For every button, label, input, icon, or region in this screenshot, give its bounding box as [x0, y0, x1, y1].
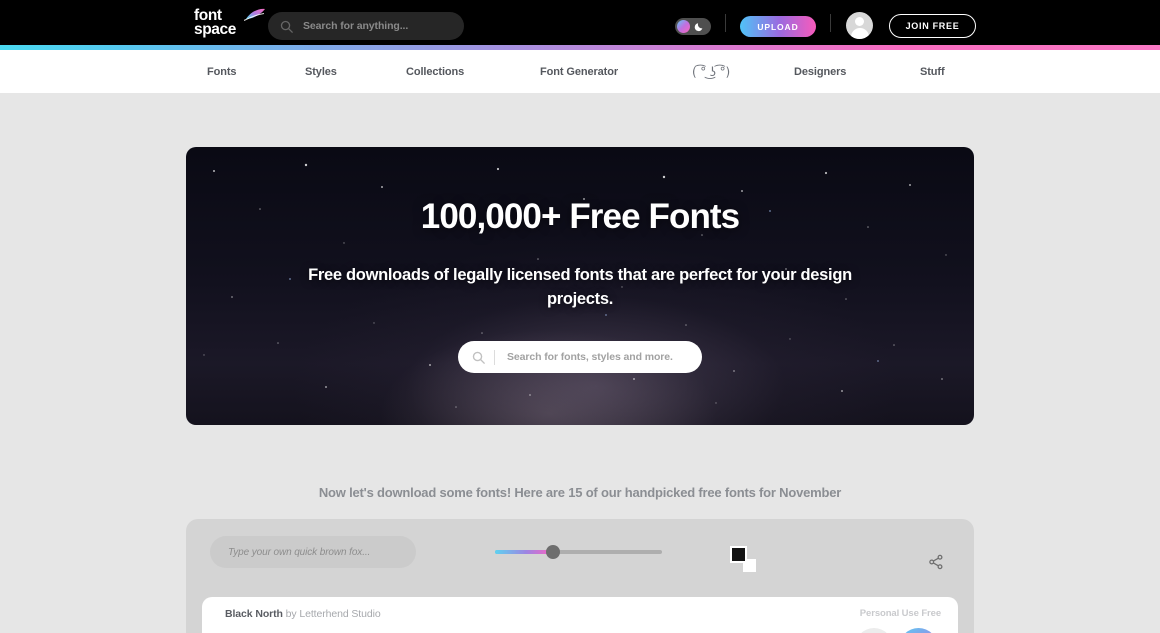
- font-by-prefix: by: [282, 608, 300, 620]
- header-divider-2: [830, 14, 831, 32]
- search-divider: [494, 349, 495, 365]
- join-free-button[interactable]: JOIN FREE: [889, 14, 976, 38]
- upload-button[interactable]: UPLOAD: [740, 16, 816, 37]
- nav-item-fonts[interactable]: Fonts: [207, 66, 237, 78]
- hero-title: 100,000+ Free Fonts: [420, 197, 740, 236]
- site-header: font space Search for anything... UPLOAD…: [0, 0, 1160, 45]
- font-card-meta: Black North by Letterhend Studio: [225, 608, 381, 620]
- hero-subtitle: Free downloads of legally licensed fonts…: [308, 266, 852, 308]
- hero-search-input[interactable]: Search for fonts, styles and more.: [458, 341, 702, 373]
- nav-item-styles[interactable]: Styles: [305, 66, 337, 78]
- share-icon: [928, 554, 942, 569]
- foreground-color-swatch[interactable]: [730, 546, 747, 563]
- preview-text-placeholder: Type your own quick brown fox...: [228, 546, 371, 558]
- header-divider-1: [725, 14, 726, 32]
- header-search-placeholder: Search for anything...: [303, 20, 409, 32]
- handpicked-tagline: Now let's download some fonts! Here are …: [318, 485, 842, 500]
- accent-gradient-rule: [0, 45, 1160, 50]
- main-content: 100,000+ Free Fonts Free downloads of le…: [0, 93, 1160, 633]
- nav-item-kaomoji[interactable]: ( ͡° ͜ʖ ͡°): [692, 65, 730, 79]
- dark-mode-toggle[interactable]: [675, 18, 711, 35]
- nav-item-stuff[interactable]: Stuff: [920, 66, 945, 78]
- preview-text-input[interactable]: Type your own quick brown fox...: [210, 536, 416, 568]
- add-to-collection-button[interactable]: +: [855, 628, 893, 633]
- search-icon: [472, 351, 485, 364]
- font-designer[interactable]: Letterhend Studio: [299, 608, 380, 620]
- avatar-head: [855, 17, 864, 26]
- fontspace-logo[interactable]: font space: [194, 8, 265, 39]
- toggle-knob: [677, 20, 690, 33]
- font-name[interactable]: Black North: [225, 608, 283, 620]
- avatar[interactable]: [846, 12, 873, 39]
- nav-item-collections[interactable]: Collections: [406, 66, 464, 78]
- nav-item-designers[interactable]: Designers: [794, 66, 846, 78]
- swoosh-icon: [244, 8, 265, 21]
- font-preview-text: BLACK NORTH: [238, 621, 708, 633]
- hero-banner: 100,000+ Free Fonts Free downloads of le…: [186, 147, 974, 425]
- font-card[interactable]: Black North by Letterhend Studio Persona…: [202, 597, 958, 633]
- license-badge: Personal Use Free: [859, 608, 941, 619]
- search-icon: [280, 20, 293, 33]
- slider-thumb[interactable]: [546, 545, 560, 559]
- moon-icon: [694, 23, 703, 32]
- slider-fill: [495, 550, 552, 554]
- logo-line-2: space: [194, 21, 236, 38]
- hero-search-placeholder: Search for fonts, styles and more.: [507, 351, 673, 363]
- share-button[interactable]: [922, 548, 949, 575]
- avatar-body: [850, 28, 869, 39]
- primary-nav: Fonts Styles Collections Font Generator …: [0, 50, 1160, 93]
- download-button[interactable]: [899, 628, 938, 633]
- header-search-input[interactable]: Search for anything...: [268, 12, 464, 40]
- nav-item-font-generator[interactable]: Font Generator: [540, 66, 618, 78]
- font-size-slider[interactable]: [495, 544, 662, 560]
- preview-toolbar: Type your own quick brown fox...: [186, 519, 974, 585]
